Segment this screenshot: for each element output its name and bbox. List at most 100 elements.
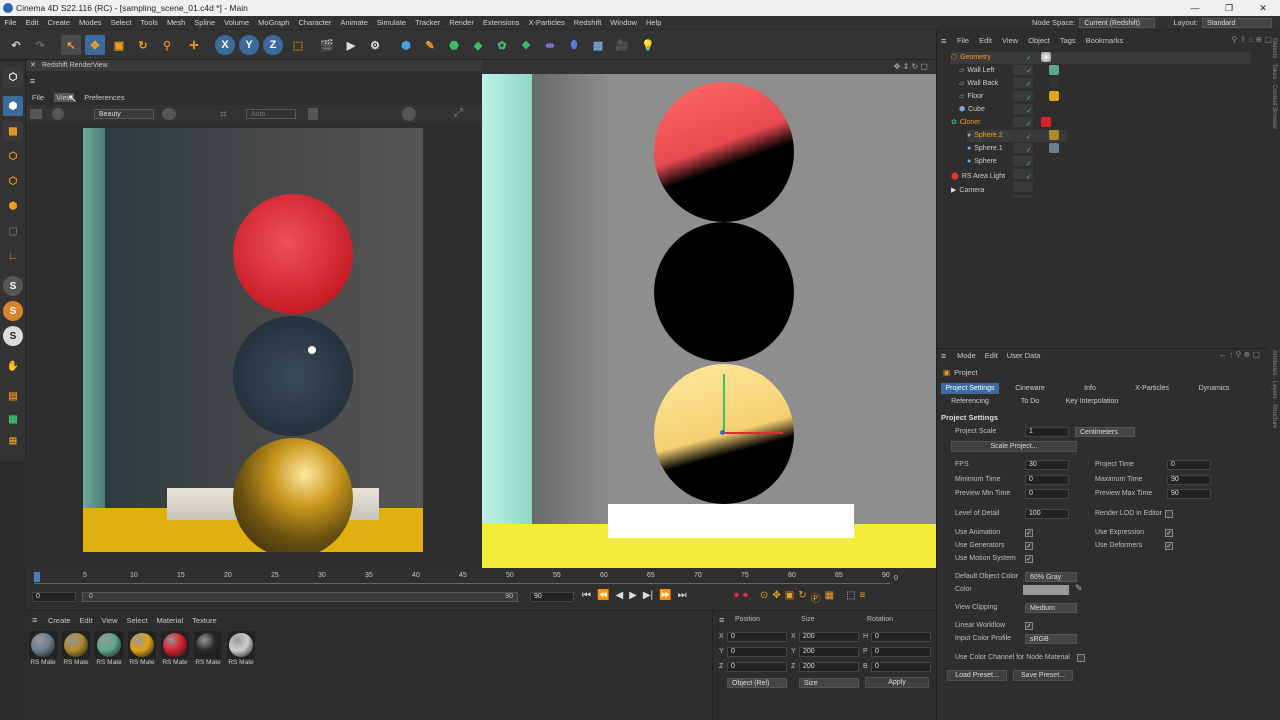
tab-project-settings[interactable]: Project Settings bbox=[941, 383, 999, 394]
size-z-input[interactable]: 200 bbox=[799, 662, 859, 672]
undo-icon[interactable]: ↶ bbox=[6, 35, 26, 55]
crop-icon[interactable]: ⌗ bbox=[220, 107, 227, 122]
key-scale-icon[interactable]: ▣ bbox=[785, 590, 794, 605]
load-preset-button[interactable]: Load Preset... bbox=[947, 670, 1007, 681]
material-tag-sphere-1[interactable] bbox=[1049, 143, 1059, 153]
playhead[interactable] bbox=[34, 572, 40, 582]
key-rotation-icon[interactable]: ↻ bbox=[798, 590, 806, 605]
tab-to-do[interactable]: To Do bbox=[1001, 396, 1059, 407]
next-key-icon[interactable]: ⏩ bbox=[659, 590, 671, 601]
render-lod-checkbox[interactable] bbox=[1165, 510, 1173, 518]
vertical-tabs-bottom[interactable]: Attributes · Layers · Structure bbox=[1267, 350, 1277, 490]
om-search-icons[interactable]: ⚲ ⇧ ⌂ ⊕ ▢ bbox=[1231, 35, 1272, 44]
menu-animate[interactable]: Animate bbox=[336, 18, 373, 27]
om-menu-file[interactable]: File bbox=[957, 36, 969, 45]
fit-view-icon[interactable]: ⤢ bbox=[454, 107, 463, 120]
menu-modes[interactable]: Modes bbox=[75, 18, 107, 27]
om-menu-view[interactable]: View bbox=[1002, 36, 1018, 45]
menu-create[interactable]: Create bbox=[43, 18, 75, 27]
floor-icon[interactable]: ▦ bbox=[588, 35, 608, 55]
close-panel-icon[interactable]: ✕ bbox=[30, 60, 36, 71]
material-tag-wall-left[interactable] bbox=[1049, 65, 1059, 75]
extrude-generator-icon[interactable]: ◆ bbox=[468, 35, 488, 55]
autokey-icon[interactable]: ⏺ bbox=[743, 590, 748, 605]
object-row-sphere[interactable]: ● Sphere bbox=[967, 156, 997, 168]
lock-icon[interactable] bbox=[308, 108, 318, 120]
scale-tool-icon[interactable]: ▣ bbox=[109, 35, 129, 55]
aov-dropdown[interactable]: Beauty bbox=[94, 109, 154, 119]
rv-menu-file[interactable]: File bbox=[32, 93, 44, 102]
render-view-icon[interactable]: 🎬 bbox=[317, 35, 337, 55]
project-scale-input[interactable]: 1 bbox=[1025, 427, 1069, 437]
tab-referencing[interactable]: Referencing bbox=[941, 396, 999, 407]
eyedropper-icon[interactable]: ✎ bbox=[1075, 583, 1083, 594]
coord-mode-dropdown[interactable]: Object (Rel) bbox=[727, 678, 787, 688]
mat-menu-texture[interactable]: Texture bbox=[192, 616, 217, 625]
coordinate-system-icon[interactable]: ⬚ bbox=[288, 35, 308, 55]
attr-menu-mode[interactable]: Mode bbox=[957, 351, 976, 360]
om-menu-tags[interactable]: Tags bbox=[1060, 36, 1076, 45]
object-row-wall-left[interactable]: ▱ Wall Left bbox=[959, 65, 994, 77]
menu-render[interactable]: Render bbox=[445, 18, 479, 27]
menu-x-particles[interactable]: X-Particles bbox=[524, 18, 569, 27]
om-menu-edit[interactable]: Edit bbox=[979, 36, 992, 45]
use-generators-checkbox[interactable]: ✓ bbox=[1025, 542, 1033, 550]
record-icon[interactable]: ⏺ bbox=[734, 590, 739, 605]
z-axis-gizmo[interactable] bbox=[720, 430, 725, 435]
snapshot-icon[interactable] bbox=[162, 108, 176, 120]
mograph-icon[interactable]: ❖ bbox=[516, 35, 536, 55]
attr-menu-user-data[interactable]: User Data bbox=[1007, 351, 1041, 360]
viewport-nav-icons[interactable]: ✥ ⇕ ↻ ▢ bbox=[894, 62, 928, 71]
play-render-icon[interactable] bbox=[52, 108, 64, 120]
menu-simulate[interactable]: Simulate bbox=[372, 18, 410, 27]
save-preset-button[interactable]: Save Preset... bbox=[1013, 670, 1073, 681]
default-color-dropdown[interactable]: 60% Gray bbox=[1025, 572, 1077, 582]
render-settings-icon[interactable]: ⚙ bbox=[365, 35, 385, 55]
timeline[interactable]: 0 5 10 15 20 25 30 35 40 45 50 55 60 65 70 75 80 85 90 0 0… bbox=[26, 568, 936, 610]
tab-cineware[interactable]: Cineware bbox=[1001, 383, 1059, 394]
material-tag-cloner[interactable] bbox=[1041, 117, 1051, 127]
x-axis-gizmo[interactable] bbox=[723, 432, 783, 434]
use-motion-checkbox[interactable]: ✓ bbox=[1025, 555, 1033, 563]
apply-button[interactable]: Apply bbox=[865, 677, 929, 688]
material-thumbnail[interactable] bbox=[194, 631, 222, 659]
coords-panel-menu-icon[interactable]: ≡ bbox=[719, 615, 724, 625]
cloner-icon[interactable]: ✿ bbox=[492, 35, 512, 55]
linear-workflow-checkbox[interactable]: ✓ bbox=[1025, 622, 1033, 630]
object-row-geometry[interactable]: ⬡ Geometry bbox=[951, 52, 1251, 64]
workplane-s-icon[interactable]: S bbox=[3, 326, 23, 346]
uv-mode-icon[interactable]: ▢ bbox=[3, 221, 23, 241]
texture-mode-icon[interactable]: ▩ bbox=[3, 121, 23, 141]
tab-info[interactable]: Info bbox=[1061, 383, 1119, 394]
preview-min-input[interactable]: 0 bbox=[1025, 489, 1069, 499]
workplane-icon[interactable]: ▦ bbox=[3, 409, 23, 429]
y-axis-gizmo[interactable] bbox=[723, 374, 725, 434]
om-menu-bookmarks[interactable]: Bookmarks bbox=[1086, 36, 1124, 45]
light-icon[interactable]: 💡 bbox=[638, 35, 658, 55]
material-tag-wall-back[interactable] bbox=[1049, 78, 1059, 88]
size-x-input[interactable]: 200 bbox=[799, 632, 859, 642]
mat-menu-create[interactable]: Create bbox=[48, 616, 71, 625]
mat-menu-view[interactable]: View bbox=[101, 616, 117, 625]
menu-mograph[interactable]: MoGraph bbox=[254, 18, 294, 27]
menu-select[interactable]: Select bbox=[106, 18, 136, 27]
material-tag-geometry[interactable] bbox=[1041, 52, 1051, 62]
node-material-checkbox[interactable] bbox=[1077, 654, 1085, 662]
axis-mode-icon[interactable]: ∟ bbox=[3, 246, 23, 266]
material-tag-sphere-2[interactable] bbox=[1049, 130, 1059, 140]
render-picture-viewer-icon[interactable]: ▶ bbox=[341, 35, 361, 55]
menu-edit[interactable]: Edit bbox=[21, 18, 43, 27]
object-row-cube[interactable]: ⬢ Cube bbox=[959, 104, 985, 116]
menu-character[interactable]: Character bbox=[294, 18, 336, 27]
close-button[interactable]: ✕ bbox=[1246, 0, 1280, 16]
preview-range-slider[interactable]: 0 90 bbox=[82, 592, 518, 602]
goto-end-icon[interactable]: ⏭ bbox=[678, 590, 687, 601]
mat-menu-select[interactable]: Select bbox=[127, 616, 148, 625]
fps-input[interactable]: 30 bbox=[1025, 460, 1069, 470]
y-axis-lock[interactable]: Y bbox=[239, 35, 259, 55]
minimize-button[interactable]: — bbox=[1178, 0, 1212, 16]
motion-mode-icon[interactable]: ⬚ bbox=[846, 590, 855, 605]
mat-panel-menu-icon[interactable]: ≡ bbox=[32, 615, 37, 625]
pos-x-input[interactable]: 0 bbox=[727, 632, 787, 642]
use-expression-checkbox[interactable]: ✓ bbox=[1165, 529, 1173, 537]
